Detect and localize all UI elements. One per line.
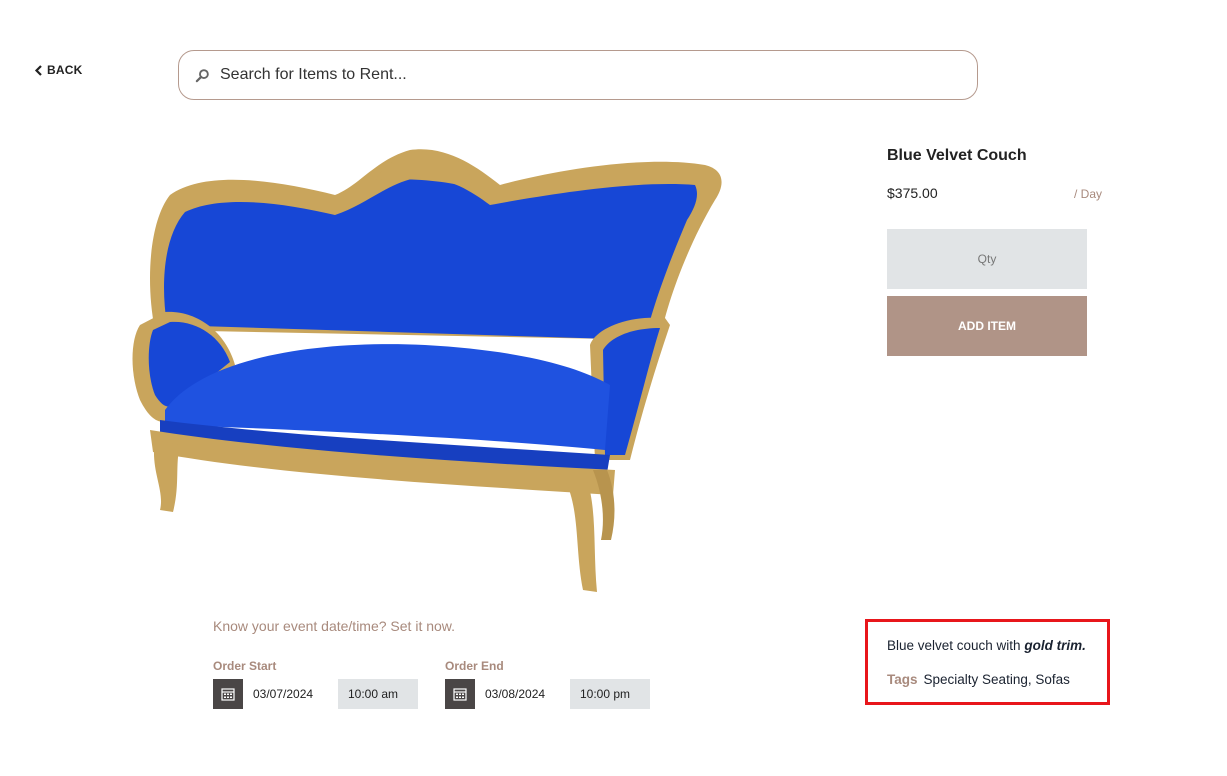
product-description-box: Blue velvet couch with gold trim. Tags Sp… [865,619,1110,705]
order-end-calendar-button[interactable] [445,679,475,709]
calendar-icon [453,688,467,701]
tags-label: Tags [887,672,918,687]
add-item-button[interactable]: ADD ITEM [887,296,1087,356]
product-title: Blue Velvet Couch [887,147,1027,164]
order-end-label: Order End [445,659,504,673]
product-price: $375.00 [887,185,938,201]
back-button[interactable]: BACK [34,63,82,77]
description-text: Blue velvet couch with [887,638,1025,653]
calendar-icon [221,688,235,701]
back-label: BACK [47,63,83,77]
product-tags: Tags Specialty Seating, Sofas [887,672,1107,687]
quantity-input[interactable] [887,229,1087,289]
chevron-left-icon [34,64,42,76]
order-start-time[interactable]: 10:00 am [338,679,418,709]
order-start-calendar-button[interactable] [213,679,243,709]
price-period: / Day [1074,187,1103,201]
tags-value: Specialty Seating, Sofas [923,672,1070,687]
description-emphasis: gold trim. [1024,638,1086,653]
order-start-label: Order Start [213,659,277,673]
product-description: Blue velvet couch with gold trim. [887,638,1107,653]
order-end-time[interactable]: 10:00 pm [570,679,650,709]
order-end-date[interactable]: 03/08/2024 [485,679,545,709]
search-bar[interactable] [178,50,978,100]
event-date-prompt: Know your event date/time? Set it now. [213,618,456,634]
product-image [132,149,722,592]
search-icon [195,68,209,82]
search-input[interactable] [220,66,940,84]
order-start-date[interactable]: 03/07/2024 [253,679,313,709]
